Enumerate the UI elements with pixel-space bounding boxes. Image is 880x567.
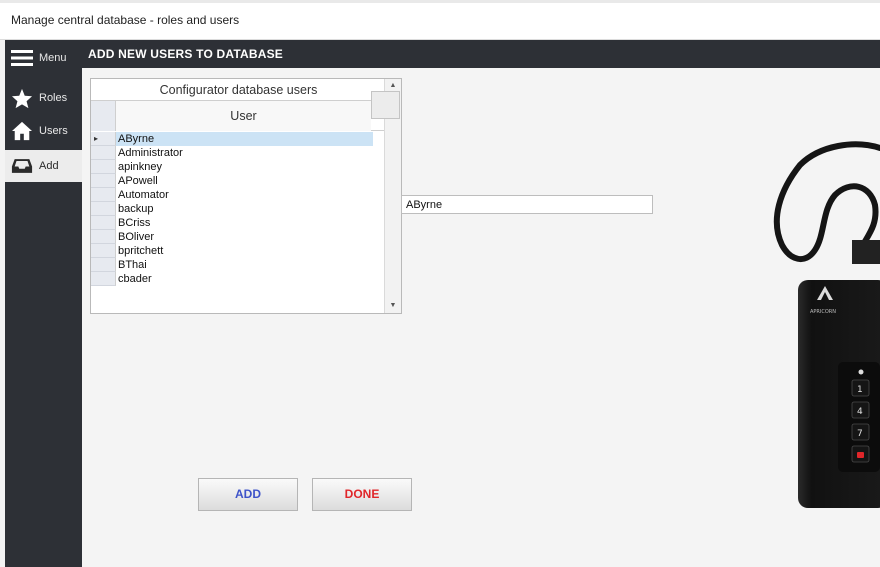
- user-cell[interactable]: BCriss: [116, 216, 373, 230]
- user-cell[interactable]: apinkney: [116, 160, 373, 174]
- users-grid[interactable]: Configurator database users User ▸ AByrne…: [90, 78, 402, 314]
- row-selector[interactable]: [91, 160, 116, 174]
- page-header: ADD NEW USERS TO DATABASE: [82, 40, 880, 68]
- table-row[interactable]: BOliver: [91, 230, 373, 244]
- sidebar-item-label: Users: [39, 125, 68, 137]
- row-selector[interactable]: [91, 202, 116, 216]
- done-button[interactable]: DONE: [312, 478, 412, 511]
- sidebar-item-roles[interactable]: Roles: [5, 82, 82, 114]
- keypad-key-7: 7: [857, 429, 863, 439]
- grid-scrollbar[interactable]: ▲ ▼: [371, 79, 401, 313]
- keypad-key-1: 1: [857, 385, 863, 395]
- scroll-down-icon[interactable]: ▼: [385, 299, 401, 313]
- user-cell[interactable]: Administrator: [116, 146, 373, 160]
- table-row[interactable]: BThai: [91, 258, 373, 272]
- column-header-user[interactable]: User: [116, 101, 371, 131]
- sidebar-item-label: Roles: [39, 92, 68, 104]
- user-cell[interactable]: AByrne: [116, 132, 373, 146]
- page-title: ADD NEW USERS TO DATABASE: [88, 47, 284, 61]
- grid-rows: ▸ AByrne Administrator apinkney APowell A…: [91, 132, 373, 286]
- add-button[interactable]: ADD: [198, 478, 298, 511]
- user-cell[interactable]: bpritchett: [116, 244, 373, 258]
- user-cell[interactable]: backup: [116, 202, 373, 216]
- keypad-key-4: 4: [857, 407, 863, 417]
- row-selector[interactable]: [91, 174, 116, 188]
- user-cell[interactable]: Automator: [116, 188, 373, 202]
- grid-header-row: User: [91, 101, 386, 131]
- sidebar-item-label: Add: [39, 160, 59, 172]
- row-selector[interactable]: [91, 244, 116, 258]
- menu-label: Menu: [39, 52, 67, 64]
- apricorn-drive-image: APRICORN 1 4 7: [760, 140, 880, 510]
- table-row[interactable]: APowell: [91, 174, 373, 188]
- inbox-icon: [11, 156, 33, 176]
- table-row[interactable]: backup: [91, 202, 373, 216]
- app-window: Manage central database - roles and user…: [0, 0, 880, 567]
- sidebar: Menu Roles Users Add: [5, 40, 82, 567]
- user-cell[interactable]: cbader: [116, 272, 373, 286]
- table-row[interactable]: ▸ AByrne: [91, 132, 373, 146]
- menu-button[interactable]: Menu: [5, 42, 82, 74]
- user-cell[interactable]: BOliver: [116, 230, 373, 244]
- user-cell[interactable]: BThai: [116, 258, 373, 272]
- sidebar-item-users[interactable]: Users: [5, 115, 82, 147]
- grid-corner: [91, 101, 116, 131]
- window-title: Manage central database - roles and user…: [11, 13, 240, 27]
- row-selector[interactable]: [91, 230, 116, 244]
- title-bar: Manage central database - roles and user…: [0, 0, 880, 40]
- sidebar-item-add[interactable]: Add: [5, 150, 82, 182]
- brand-logo-text: APRICORN: [810, 309, 836, 315]
- title-bar-strip: [0, 0, 880, 3]
- table-row[interactable]: BCriss: [91, 216, 373, 230]
- table-row[interactable]: cbader: [91, 272, 373, 286]
- row-selector[interactable]: [91, 216, 116, 230]
- table-row[interactable]: bpritchett: [91, 244, 373, 258]
- hamburger-icon: [11, 48, 33, 68]
- table-row[interactable]: Administrator: [91, 146, 373, 160]
- row-selector[interactable]: ▸: [91, 132, 116, 146]
- table-row[interactable]: Automator: [91, 188, 373, 202]
- grid-caption: Configurator database users: [91, 79, 386, 101]
- user-cell[interactable]: APowell: [116, 174, 373, 188]
- scroll-thumb[interactable]: [371, 91, 400, 119]
- row-selector[interactable]: [91, 272, 116, 286]
- table-row[interactable]: apinkney: [91, 160, 373, 174]
- row-selector[interactable]: [91, 188, 116, 202]
- row-selector[interactable]: [91, 258, 116, 272]
- home-icon: [11, 121, 33, 141]
- username-field[interactable]: [401, 195, 653, 214]
- row-selector[interactable]: [91, 146, 116, 160]
- star-icon: [11, 88, 33, 108]
